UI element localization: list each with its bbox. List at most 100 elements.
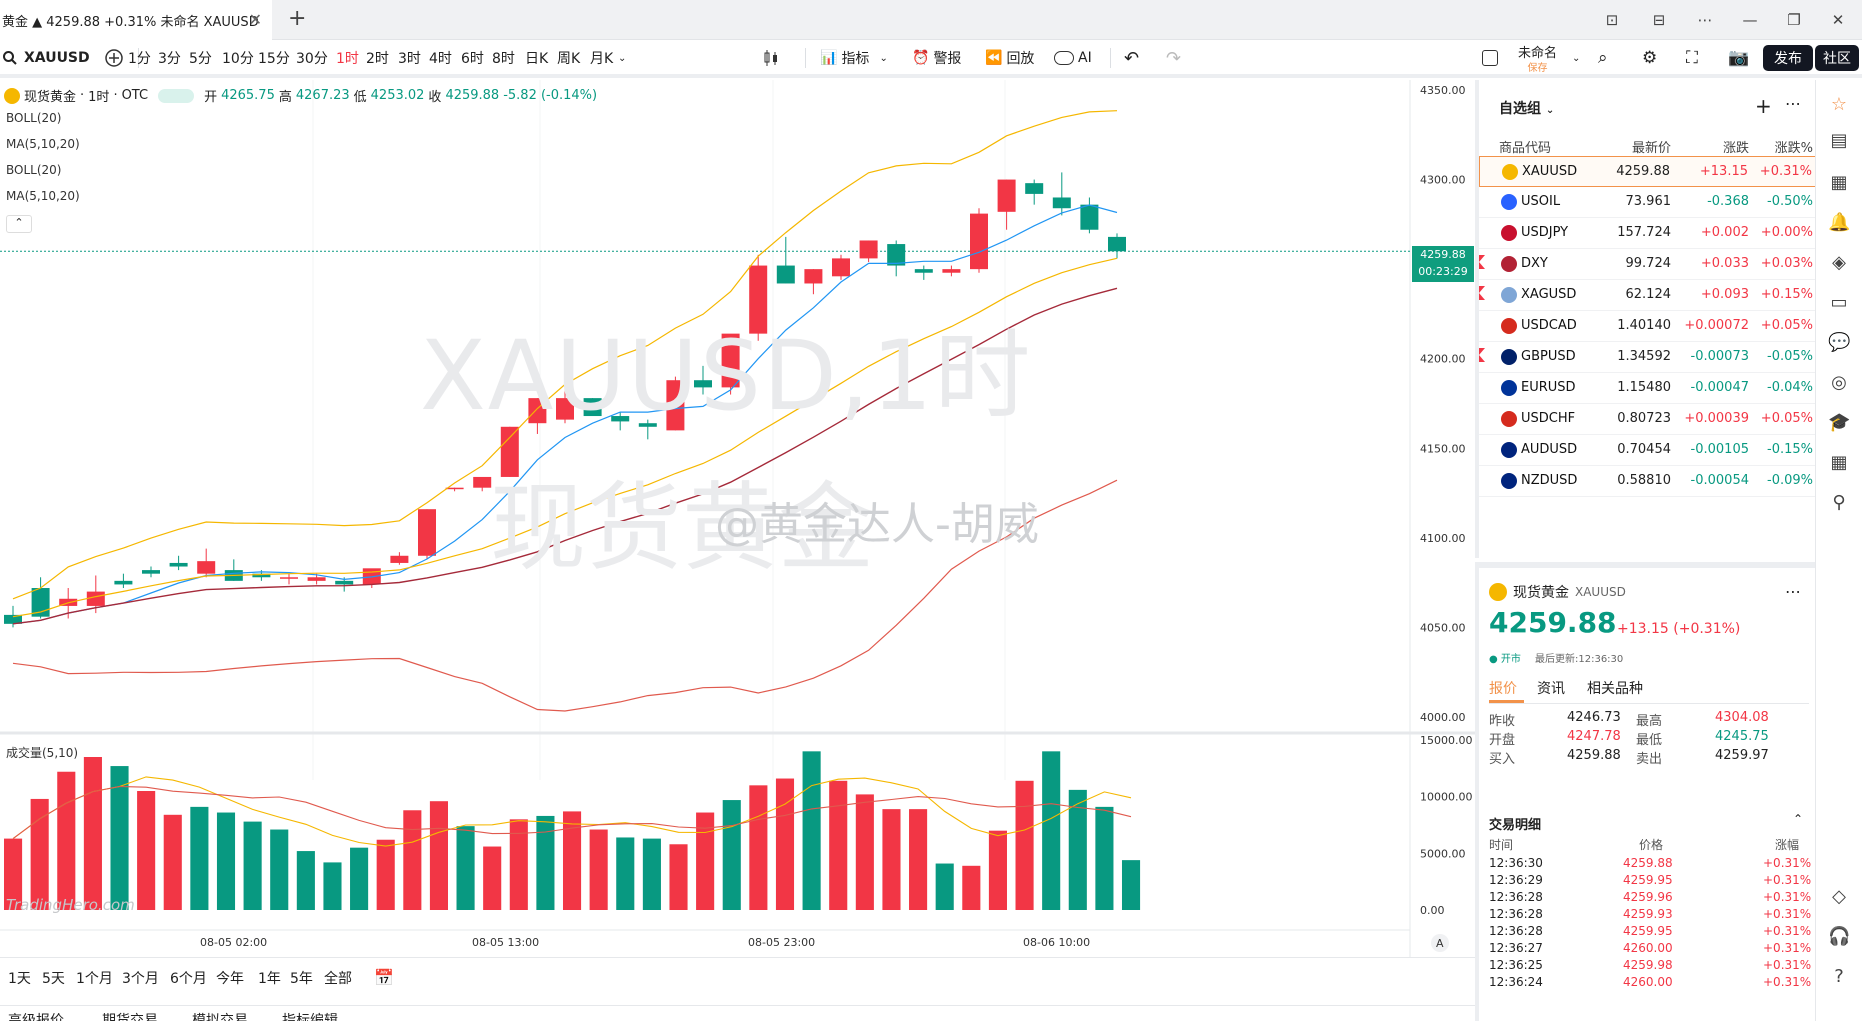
undo-icon[interactable]: ↶: [1124, 40, 1139, 76]
tab-advanced-quote[interactable]: 高级报价: [8, 1010, 64, 1021]
replay-button[interactable]: ⏪ 回放: [985, 40, 1034, 76]
layout-icon[interactable]: ⊟: [1637, 0, 1681, 40]
symbol-search[interactable]: XAUUSD: [2, 40, 90, 76]
range-1[interactable]: 5天: [42, 968, 65, 988]
watchlist-icon[interactable]: ☆: [1828, 94, 1850, 116]
new-tab-button[interactable]: +: [288, 6, 306, 31]
interval-11[interactable]: 8时: [492, 40, 515, 76]
watchlist-more-icon[interactable]: ⋯: [1785, 94, 1801, 113]
indicator-ma[interactable]: MA(5,10,20): [6, 137, 80, 151]
interval-chevron-icon[interactable]: ⌄: [618, 40, 626, 76]
interval-9[interactable]: 4时: [429, 40, 452, 76]
collapse-indicators-button[interactable]: ⌃: [6, 215, 32, 233]
grid-icon[interactable]: ▦: [1828, 452, 1850, 474]
video-icon[interactable]: ▭: [1828, 292, 1850, 314]
notes-icon[interactable]: ▤: [1828, 130, 1850, 152]
tab-futures[interactable]: 期货交易: [102, 1010, 158, 1021]
headset-icon[interactable]: 🎧: [1828, 926, 1850, 948]
interval-3[interactable]: 10分: [222, 40, 254, 76]
interval-10[interactable]: 6时: [461, 40, 484, 76]
range-7[interactable]: 5年: [290, 968, 313, 988]
tab-indicator-editor[interactable]: 指标编辑: [282, 1010, 338, 1021]
interval-6[interactable]: 1时: [336, 40, 359, 76]
fullscreen-icon[interactable]: ⛶: [1686, 40, 1698, 76]
snapshot-icon[interactable]: ⊡: [1590, 0, 1634, 40]
indicator-boll[interactable]: BOLL(20): [6, 111, 61, 125]
interval-4[interactable]: 15分: [258, 40, 290, 76]
watchlist-row[interactable]: EURUSD 1.15480 -0.00047 -0.04%: [1479, 373, 1819, 404]
diamond-icon[interactable]: ◇: [1828, 886, 1850, 908]
watchlist-row[interactable]: AUDUSD 0.70454 -0.00105 -0.15%: [1479, 435, 1819, 466]
network-icon[interactable]: ⚲: [1828, 492, 1850, 514]
add-symbol-button[interactable]: +: [1755, 94, 1772, 118]
calendar-icon[interactable]: ▦: [1828, 172, 1850, 194]
tab-related[interactable]: 相关品种: [1587, 678, 1643, 698]
volume-bar: [829, 780, 848, 910]
chart-type-icon[interactable]: [762, 40, 780, 76]
education-icon[interactable]: 🎓: [1828, 412, 1850, 434]
ai-button[interactable]: AI: [1054, 40, 1092, 76]
range-5[interactable]: 今年: [216, 968, 244, 988]
minimize-button[interactable]: —: [1728, 0, 1772, 40]
range-2[interactable]: 1个月: [76, 968, 113, 988]
watchlist-row[interactable]: USDJPY 157.724 +0.002 +0.00%: [1479, 218, 1819, 249]
watchlist-title[interactable]: 自选组 ⌄: [1499, 98, 1554, 118]
indicators-button[interactable]: 📊 指标 ⌄: [820, 40, 888, 76]
watchlist-row[interactable]: USDCHF 0.80723 +0.00039 +0.05%: [1479, 404, 1819, 435]
watchlist-row[interactable]: GBPUSD 1.34592 -0.00073 -0.05%: [1479, 342, 1819, 373]
camera-icon[interactable]: 📷: [1728, 40, 1749, 76]
market-status-toggle[interactable]: [158, 88, 195, 103]
detail-more-icon[interactable]: ⋯: [1785, 582, 1801, 601]
tab-quote[interactable]: 报价: [1489, 678, 1517, 698]
tab-news[interactable]: 资讯: [1537, 678, 1565, 698]
more-icon[interactable]: ⋯: [1683, 0, 1727, 40]
interval-5[interactable]: 30分: [296, 40, 328, 76]
watchlist-row[interactable]: USOIL 73.961 -0.368 -0.50%: [1479, 187, 1819, 218]
last-price-tag: 4259.88 00:23:29: [1412, 246, 1474, 282]
alert-button[interactable]: ⏰ 警报: [912, 40, 961, 76]
quick-search-icon[interactable]: ⌕: [1598, 40, 1608, 76]
watchlist-row[interactable]: NZDUSD 0.58810 -0.00054 -0.09%: [1479, 466, 1819, 497]
layout-chevron-icon[interactable]: ⌄: [1572, 40, 1580, 76]
close-window-button[interactable]: ✕: [1816, 0, 1860, 40]
indicator-boll-2[interactable]: BOLL(20): [6, 163, 61, 177]
chart-tab[interactable]: 黄金 ▲ 4259.88 +0.31% 未命名 XAUUSD ✕: [0, 0, 272, 40]
chat-icon[interactable]: 💬: [1828, 332, 1850, 354]
settings-icon[interactable]: ⚙: [1642, 40, 1657, 76]
community-button[interactable]: 社区: [1815, 45, 1859, 71]
watchlist-row[interactable]: USDCAD 1.40140 +0.00072 +0.05%: [1479, 311, 1819, 342]
tab-paper-trading[interactable]: 模拟交易: [192, 1010, 248, 1021]
watchlist-row[interactable]: XAGUSD 62.124 +0.093 +0.15%: [1479, 280, 1819, 311]
trade-time: 12:36:28: [1489, 924, 1543, 938]
redo-icon[interactable]: ↷: [1166, 40, 1181, 76]
range-8[interactable]: 全部: [324, 968, 352, 988]
interval-13[interactable]: 周K: [557, 40, 580, 76]
layout-name-button[interactable]: 未命名 保存: [1518, 40, 1557, 76]
layers-icon[interactable]: ◈: [1828, 252, 1850, 274]
interval-14[interactable]: 月K: [590, 40, 613, 76]
range-6[interactable]: 1年: [258, 968, 281, 988]
watchlist-row[interactable]: DXY 99.724 +0.033 +0.03%: [1479, 249, 1819, 280]
interval-8[interactable]: 3时: [398, 40, 421, 76]
signal-icon[interactable]: ◎: [1828, 372, 1850, 394]
goto-date-icon[interactable]: 📅: [374, 968, 394, 987]
bell-icon[interactable]: 🔔: [1828, 212, 1850, 234]
select-checkbox-icon[interactable]: [1482, 40, 1498, 76]
watchlist-row[interactable]: XAUUSD 4259.88 +13.15 +0.31%: [1479, 156, 1819, 187]
range-0[interactable]: 1天: [8, 968, 31, 988]
indicator-ma-2[interactable]: MA(5,10,20): [6, 189, 80, 203]
interval-2[interactable]: 5分: [189, 40, 212, 76]
restore-button[interactable]: ❐: [1772, 0, 1816, 40]
volume-tick: 15000.00: [1420, 734, 1473, 747]
help-icon[interactable]: ?: [1828, 966, 1850, 988]
close-tab-icon[interactable]: ✕: [249, 10, 262, 29]
interval-12[interactable]: 日K: [525, 40, 548, 76]
interval-0[interactable]: 1分: [128, 40, 151, 76]
compare-icon[interactable]: [104, 40, 124, 76]
publish-button[interactable]: 发布: [1763, 45, 1813, 71]
interval-1[interactable]: 3分: [158, 40, 181, 76]
range-3[interactable]: 3个月: [122, 968, 159, 988]
range-4[interactable]: 6个月: [170, 968, 207, 988]
interval-7[interactable]: 2时: [366, 40, 389, 76]
collapse-trades-icon[interactable]: ⌃: [1793, 812, 1803, 826]
